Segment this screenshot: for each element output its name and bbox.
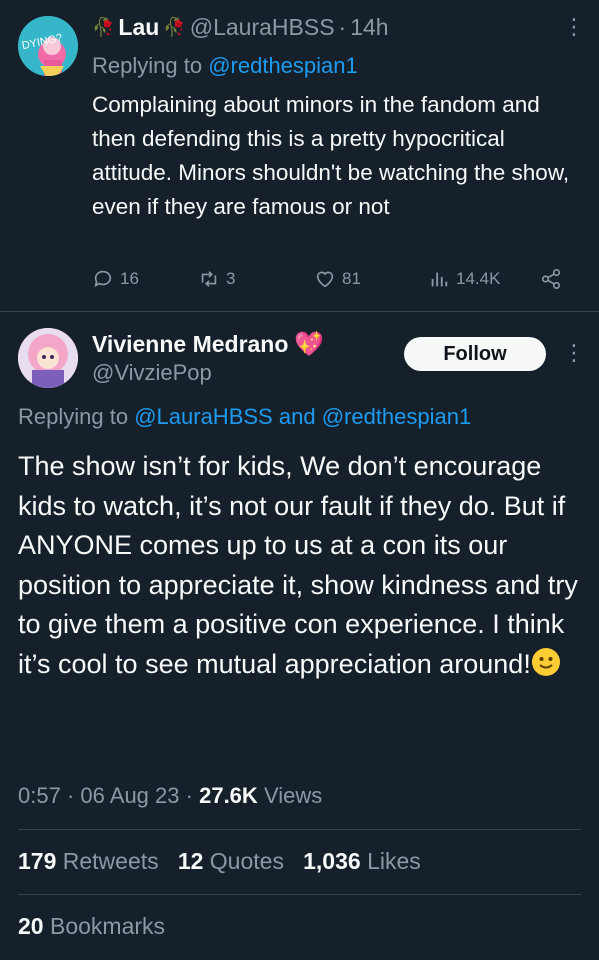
reply-tweet-text: Complaining about minors in the fandom a…: [92, 92, 570, 219]
reply-author-name[interactable]: Lau: [118, 14, 159, 41]
rose-icon: 🥀: [92, 17, 115, 37]
quotes-label: Quotes: [209, 848, 284, 874]
views-count: 14.4K: [456, 269, 501, 288]
replying-prefix: Replying to: [18, 404, 129, 429]
avatar-image: DYING?: [18, 16, 78, 76]
retweet-count: 3: [226, 269, 236, 288]
retweet-icon: [201, 271, 217, 287]
reply-more-icon[interactable]: ⋮: [563, 14, 585, 40]
reply-action-bar: 16 3 81 14.4K: [92, 268, 572, 298]
main-time[interactable]: 0:57: [18, 783, 61, 808]
bookmarks-stat[interactable]: 20 Bookmarks: [18, 913, 165, 940]
heart-icon: [316, 271, 334, 288]
views-icon: [431, 272, 448, 287]
avatar-lau[interactable]: DYING?: [18, 16, 78, 76]
divider: [18, 894, 581, 895]
main-tweet-text: The show isn’t for kids, We don’t encour…: [18, 447, 578, 684]
main-date[interactable]: 06 Aug 23: [80, 783, 179, 808]
quotes-count: 12: [177, 848, 204, 874]
main-author-handle[interactable]: @VivziePop: [92, 360, 212, 386]
likes-stat[interactable]: 1,036 Likes: [303, 848, 421, 874]
reply-comment-button[interactable]: 16: [92, 268, 139, 290]
replying-to-link-1[interactable]: @LauraHBSS: [134, 404, 273, 429]
reply-views-button[interactable]: 14.4K: [428, 268, 500, 290]
reply-author-handle[interactable]: @LauraHBSS: [190, 14, 335, 41]
separator-dot: ·: [338, 14, 347, 40]
retweets-stat[interactable]: 179 Retweets: [18, 848, 159, 874]
quotes-stat[interactable]: 12 Quotes: [178, 848, 284, 874]
avatar-image: [18, 328, 78, 388]
follow-button[interactable]: Follow: [404, 337, 546, 371]
smiley-icon: [531, 647, 560, 676]
share-icon: [541, 269, 561, 289]
separator-dot: ·: [66, 783, 75, 808]
retweets-count: 179: [18, 848, 57, 874]
reply-share-button[interactable]: [540, 268, 562, 290]
main-more-icon[interactable]: ⋮: [563, 340, 585, 366]
likes-count: 1,036: [303, 848, 361, 874]
reply-replying-to: Replying to @redthespian1: [92, 53, 358, 79]
rose-icon: 🥀: [163, 17, 186, 37]
divider: [18, 829, 581, 830]
main-author-name[interactable]: Vivienne Medrano: [92, 331, 288, 358]
bookmarks-count: 20: [18, 913, 44, 939]
bookmarks-label: Bookmarks: [49, 913, 166, 939]
main-replying-to: Replying to @LauraHBSS and @redthespian1: [18, 404, 471, 430]
replying-and: and: [278, 404, 316, 429]
retweets-label: Retweets: [62, 848, 159, 874]
like-count: 81: [342, 269, 361, 288]
replying-to-link[interactable]: @redthespian1: [208, 53, 358, 78]
main-tweet-body: The show isn’t for kids, We don’t encour…: [18, 451, 578, 679]
main-views-count: 27.6K: [199, 783, 258, 808]
reply-retweet-button[interactable]: 3: [198, 268, 235, 290]
main-meta-row: 0:57 · 06 Aug 23 · 27.6K Views: [18, 783, 322, 809]
avatar-vivziepop[interactable]: [18, 328, 78, 388]
sparkling-heart-icon: 💖: [294, 331, 325, 358]
separator-dot: ·: [185, 783, 193, 808]
reply-like-button[interactable]: 81: [314, 268, 361, 290]
reply-count: 16: [120, 269, 139, 288]
main-author-name-row: Vivienne Medrano 💖: [92, 330, 324, 359]
main-stats-row: 179 Retweets 12 Quotes 1,036 Likes: [18, 848, 421, 875]
main-views-label: Views: [263, 783, 323, 808]
replying-prefix: Replying to: [92, 53, 203, 78]
reply-timestamp[interactable]: 14h: [350, 14, 388, 41]
comment-icon: [94, 270, 112, 287]
divider: [0, 311, 599, 312]
reply-author-row: 🥀 Lau 🥀 @LauraHBSS · 14h: [92, 14, 389, 41]
replying-to-link-2[interactable]: @redthespian1: [322, 404, 472, 429]
likes-label: Likes: [367, 848, 421, 874]
